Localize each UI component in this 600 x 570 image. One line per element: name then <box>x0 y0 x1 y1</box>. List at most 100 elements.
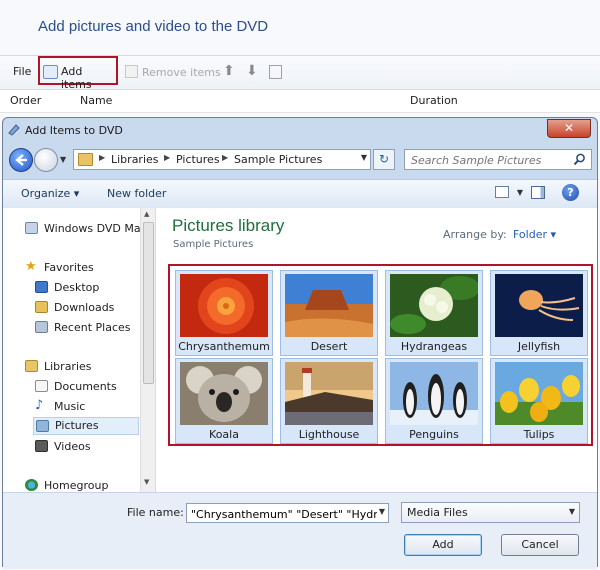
lighthouse-thumbnail <box>285 362 373 425</box>
cancel-button[interactable]: Cancel <box>501 534 579 556</box>
file-name: Desert <box>310 340 348 353</box>
remove-items-icon <box>125 65 138 78</box>
add-button[interactable]: Add <box>404 534 482 556</box>
videos-icon <box>35 440 48 452</box>
file-list-pane: Pictures library Sample Pictures Arrange… <box>156 208 597 492</box>
penguins-thumbnail <box>390 362 478 425</box>
nav-item-label: Favorites <box>44 261 94 274</box>
file-item-koala[interactable]: Koala <box>175 358 273 444</box>
nav-item-homegroup[interactable]: Homegroup <box>25 477 140 492</box>
scrollbar-thumb[interactable] <box>143 222 154 384</box>
file-item-penguins[interactable]: Penguins <box>385 358 483 444</box>
nav-item-pictures[interactable]: Pictures <box>33 417 139 435</box>
file-name: Tulips <box>523 428 555 441</box>
breadcrumb-libraries[interactable]: Libraries <box>111 153 159 166</box>
file-name-dropdown-icon[interactable]: ▼ <box>379 507 385 516</box>
navigation-scrollbar[interactable]: ▲ ▼ <box>140 208 155 492</box>
search-box[interactable] <box>404 149 592 171</box>
search-icon[interactable] <box>573 153 586 166</box>
desert-thumbnail <box>285 274 373 337</box>
file-item-chrysanthemum[interactable]: Chrysanthemum <box>175 270 273 356</box>
dvd-maker-page-title: Add pictures and video to the DVD <box>38 18 269 35</box>
dialog-titlebar[interactable]: Add Items to DVD ✕ <box>3 118 597 142</box>
nav-item-label: Pictures <box>55 419 99 432</box>
view-dropdown-icon[interactable]: ▼ <box>517 188 523 197</box>
forward-button[interactable] <box>34 148 58 172</box>
dialog-title: Add Items to DVD <box>25 124 123 137</box>
move-down-icon[interactable]: ⬇ <box>246 64 260 78</box>
arrange-by-dropdown[interactable]: Folder ▾ <box>513 228 556 241</box>
refresh-button[interactable]: ↻ <box>373 149 395 170</box>
address-bar[interactable]: ▶ Libraries ▶ Pictures ▶ Sample Pictures… <box>73 149 371 170</box>
remove-items-button[interactable]: Remove items <box>125 65 221 79</box>
nav-item-windows-dvd-maker[interactable]: Windows DVD Mak <box>25 220 147 238</box>
file-name: Lighthouse <box>298 428 360 441</box>
remove-items-label: Remove items <box>142 66 221 79</box>
file-item-lighthouse[interactable]: Lighthouse <box>280 358 378 444</box>
organize-button[interactable]: Organize ▾ <box>21 187 79 200</box>
change-view-icon[interactable] <box>495 186 509 198</box>
recent-pages-dropdown-icon[interactable]: ▼ <box>60 155 66 164</box>
breadcrumb-pictures[interactable]: Pictures <box>176 153 220 166</box>
file-name: Hydrangeas <box>400 340 468 353</box>
nav-item-label: Libraries <box>44 360 92 373</box>
nav-item-videos[interactable]: Videos <box>35 438 140 456</box>
nav-item-music[interactable]: ♪ Music <box>35 398 140 416</box>
file-name-input[interactable] <box>187 504 379 522</box>
add-items-label: Add items <box>61 65 92 91</box>
file-menu[interactable]: File <box>13 65 31 78</box>
file-name: Jellyfish <box>517 340 561 353</box>
breadcrumb-separator[interactable]: ▶ <box>99 153 105 162</box>
tulips-thumbnail <box>495 362 583 425</box>
nav-item-label: Downloads <box>54 301 115 314</box>
add-items-button[interactable]: Add items <box>38 56 118 91</box>
dvd-maker-icon <box>25 222 38 234</box>
new-folder-button[interactable]: New folder <box>107 187 166 200</box>
preview-pane-icon[interactable] <box>531 186 545 199</box>
file-name-combobox[interactable]: ▼ <box>186 503 389 523</box>
dvd-maker-toolbar: File Add items Remove items ⬆ ⬇ <box>0 55 600 91</box>
file-type-value: Media Files <box>407 506 468 519</box>
nav-item-recent-places[interactable]: Recent Places <box>35 319 140 337</box>
nav-item-documents[interactable]: Documents <box>35 378 140 396</box>
breadcrumb-sample-pictures[interactable]: Sample Pictures <box>234 153 322 166</box>
file-item-desert[interactable]: Desert <box>280 270 378 356</box>
documents-icon <box>35 380 48 392</box>
nav-item-label: Windows DVD Mak <box>44 222 147 235</box>
file-item-hydrangeas[interactable]: Hydrangeas <box>385 270 483 356</box>
file-item-tulips[interactable]: Tulips <box>490 358 588 444</box>
search-input[interactable] <box>405 150 573 171</box>
star-icon: ★ <box>25 259 37 274</box>
column-order[interactable]: Order <box>10 94 41 107</box>
nav-item-desktop[interactable]: Desktop <box>35 279 140 297</box>
breadcrumb-separator[interactable]: ▶ <box>222 153 228 162</box>
file-name-label: File name: <box>127 506 184 519</box>
column-duration[interactable]: Duration <box>410 94 458 107</box>
close-button[interactable]: ✕ <box>547 119 591 138</box>
address-row: ▼ ▶ Libraries ▶ Pictures ▶ Sample Pictur… <box>3 145 597 177</box>
libraries-icon <box>25 360 38 372</box>
video-settings-icon[interactable] <box>269 65 282 79</box>
move-up-icon[interactable]: ⬆ <box>223 64 237 78</box>
file-item-jellyfish[interactable]: Jellyfish <box>490 270 588 356</box>
homegroup-icon <box>25 479 38 491</box>
file-name: Koala <box>209 428 239 441</box>
nav-item-label: Homegroup <box>44 479 109 492</box>
nav-item-favorites[interactable]: ★ Favorites <box>25 259 140 277</box>
nav-item-downloads[interactable]: Downloads <box>35 299 140 317</box>
breadcrumb-separator[interactable]: ▶ <box>164 153 170 162</box>
desktop-icon <box>35 281 48 293</box>
column-name[interactable]: Name <box>80 94 112 107</box>
back-arrow-icon <box>15 154 27 166</box>
arrange-by-label: Arrange by: <box>443 228 507 241</box>
help-icon[interactable]: ? <box>562 184 579 201</box>
scroll-down-icon[interactable]: ▼ <box>144 478 149 486</box>
scroll-up-icon[interactable]: ▲ <box>144 210 149 218</box>
nav-item-libraries[interactable]: Libraries <box>25 358 140 376</box>
file-name: Chrysanthemum <box>178 340 270 353</box>
library-subtitle: Sample Pictures <box>173 239 254 250</box>
file-type-select[interactable]: Media Files ▼ <box>401 502 580 523</box>
command-bar: Organize ▾ New folder ▼ ? <box>3 179 597 209</box>
back-button[interactable] <box>9 148 33 172</box>
address-dropdown-icon[interactable]: ▼ <box>361 153 367 162</box>
